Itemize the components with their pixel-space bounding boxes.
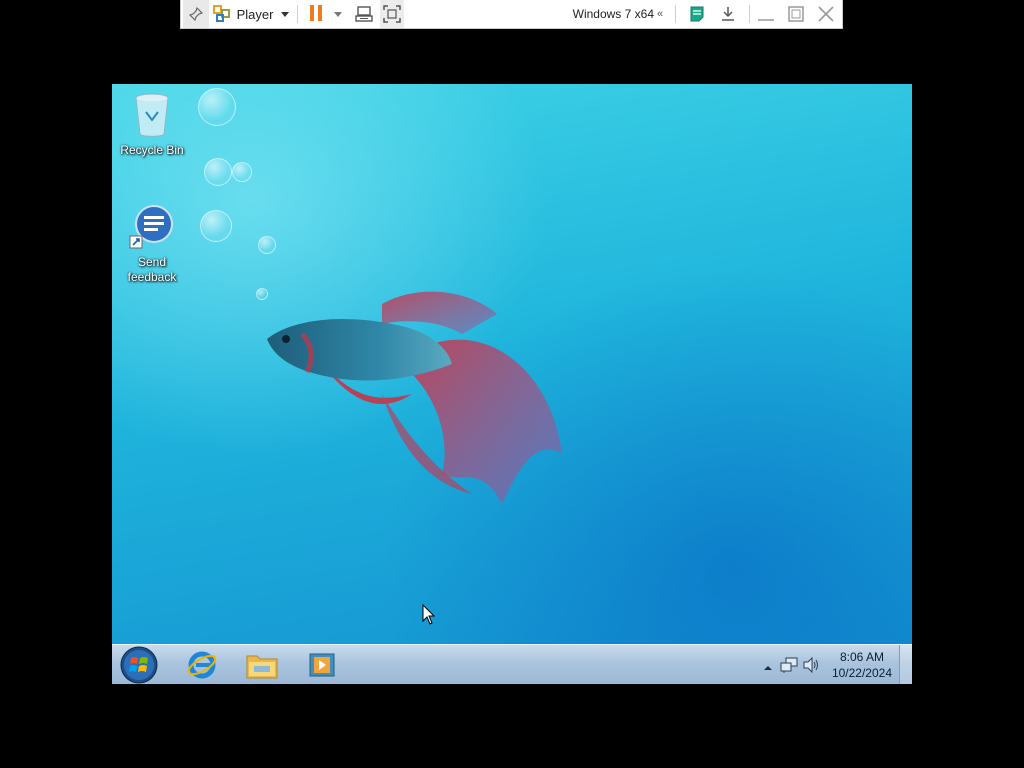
windows-explorer-icon — [246, 655, 278, 679]
chevron-down-icon — [334, 11, 342, 17]
close-button[interactable] — [814, 0, 838, 28]
taskbar-internet-explorer[interactable] — [174, 647, 230, 683]
vm-name-label: Windows 7 x64 — [572, 7, 654, 21]
toolbar-divider — [675, 5, 676, 23]
desktop-icon-label: Send — [137, 255, 167, 269]
toolbar-divider — [297, 5, 298, 23]
desktop-icon-label: Recycle Bin — [120, 143, 184, 157]
clock-date: 10/22/2024 — [831, 666, 892, 680]
mouse-cursor-icon — [422, 604, 436, 625]
send-ctrl-alt-del-button[interactable] — [352, 0, 376, 28]
restore-button[interactable] — [784, 0, 808, 28]
power-options-dropdown[interactable] — [331, 0, 345, 28]
taskbar-media-player[interactable] — [294, 647, 350, 683]
guest-desktop[interactable]: Recycle Bin Send feedback 8:06 AM 10/22/… — [112, 84, 912, 684]
media-player-icon — [309, 653, 335, 677]
minimize-icon — [758, 19, 774, 21]
pin-toolbar-button[interactable] — [183, 0, 209, 28]
minimize-button[interactable] — [754, 0, 778, 28]
notes-icon — [690, 6, 704, 22]
player-logo-icon — [212, 5, 230, 22]
wallpaper-bubble — [200, 210, 232, 242]
close-icon — [818, 6, 834, 22]
fullscreen-button[interactable] — [380, 0, 404, 28]
show-hidden-icons-button[interactable] — [764, 659, 772, 677]
windows-start-orb-icon — [120, 646, 158, 684]
wallpaper-bubble — [198, 88, 236, 126]
wallpaper-bubble — [258, 236, 276, 254]
player-menu-label: Player — [236, 6, 274, 22]
desktop-icon-send-feedback[interactable]: Send feedback — [112, 204, 197, 285]
start-button[interactable] — [112, 646, 166, 684]
network-icon — [780, 657, 798, 673]
fullscreen-icon — [383, 5, 401, 23]
internet-explorer-icon — [187, 651, 217, 679]
clock-time: 8:06 AM — [839, 650, 884, 664]
betta-fish-wallpaper — [267, 291, 562, 504]
taskbar-windows-explorer[interactable] — [234, 647, 290, 683]
network-status-button[interactable] — [780, 656, 798, 679]
send-ctrl-alt-del-icon — [355, 6, 373, 22]
player-menu-button[interactable]: Player — [211, 0, 291, 28]
chevron-down-icon — [281, 11, 290, 17]
pause-vm-button[interactable] — [305, 0, 327, 28]
pause-icon — [308, 4, 324, 24]
desktop-icon-label: feedback — [127, 270, 177, 284]
taskbar-clock[interactable]: 8:06 AM 10/22/2024 — [832, 649, 892, 681]
wallpaper-bubble — [232, 162, 252, 182]
vm-player-toolbar: Player Windows 7 x64 « — [180, 0, 843, 29]
recycle-bin-icon — [135, 93, 169, 137]
notes-button[interactable] — [685, 0, 709, 28]
send-feedback-icon — [129, 205, 173, 249]
pin-icon — [189, 7, 203, 21]
collapse-toolbar-button[interactable]: « — [653, 0, 667, 28]
taskbar: 8:06 AM 10/22/2024 — [112, 644, 912, 684]
wallpaper-bubble — [204, 158, 232, 186]
download-button[interactable] — [716, 0, 740, 28]
volume-icon — [803, 656, 818, 674]
toolbar-divider — [749, 5, 750, 23]
download-icon — [722, 7, 734, 21]
show-desktop-button[interactable] — [899, 645, 912, 684]
volume-button[interactable] — [802, 656, 820, 679]
show-hidden-icons-arrow — [764, 666, 772, 670]
desktop-icon-recycle-bin[interactable]: Recycle Bin — [112, 92, 197, 158]
restore-icon — [788, 6, 804, 22]
